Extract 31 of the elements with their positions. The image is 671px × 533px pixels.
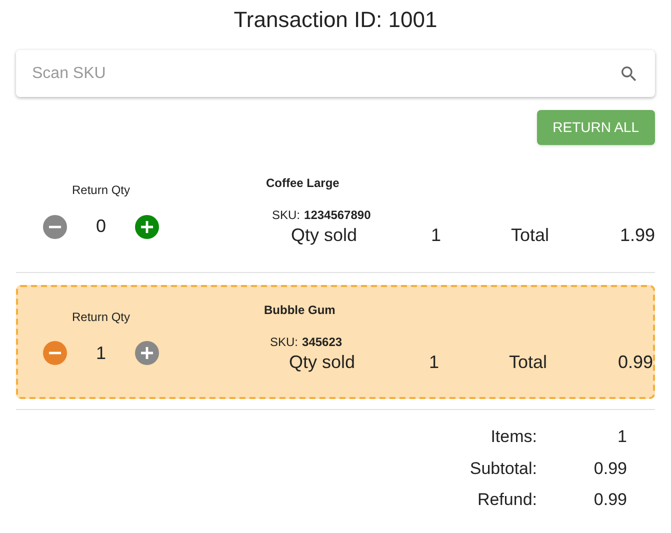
- summary-label: Refund:: [477, 489, 537, 511]
- summary-value: 0.99: [592, 458, 627, 480]
- total-value: 1.99: [618, 224, 655, 247]
- plus-circle-icon[interactable]: [135, 214, 159, 238]
- return-qty-label: Return Qty: [72, 308, 130, 326]
- total-label: Total: [511, 224, 550, 247]
- search-field[interactable]: Scan SKU: [32, 62, 619, 86]
- qty-sold-label: Qty sold: [289, 350, 356, 374]
- sku-label: SKU:: [272, 207, 300, 224]
- sku-value: 345623: [302, 334, 342, 350]
- summary-label: Items:: [490, 426, 537, 448]
- sku-label: SKU:: [270, 334, 298, 350]
- return-qty-value: 1: [95, 342, 107, 364]
- summary-value: 1: [616, 426, 627, 448]
- item-row[interactable]: Return Qty 0 Coffee Large SKU: 1234567890 Qty sold 1 Total 1.99: [16, 159, 655, 273]
- product-name: Coffee Large: [266, 175, 340, 192]
- summary-label: Subtotal:: [470, 458, 537, 480]
- qty-sold-value: 1: [431, 224, 442, 247]
- search-icon[interactable]: [619, 64, 639, 84]
- return-qty-value: 0: [95, 215, 107, 238]
- qty-sold-value: 1: [429, 350, 440, 374]
- minus-circle-icon[interactable]: [43, 341, 67, 365]
- summary-value: 0.99: [592, 489, 627, 511]
- item-row[interactable]: Return Qty 1 Bubble Gum SKU: 345623 Qty sold 1 Total 0.99: [16, 285, 655, 399]
- qty-sold-label: Qty sold: [291, 224, 358, 247]
- total-value: 0.99: [616, 350, 653, 374]
- product-name: Bubble Gum: [264, 302, 336, 318]
- sku-value: 1234567890: [304, 207, 371, 224]
- page-title: Transaction ID: 1001: [232, 6, 438, 34]
- return-qty-label: Return Qty: [72, 182, 130, 199]
- total-label: Total: [509, 350, 548, 374]
